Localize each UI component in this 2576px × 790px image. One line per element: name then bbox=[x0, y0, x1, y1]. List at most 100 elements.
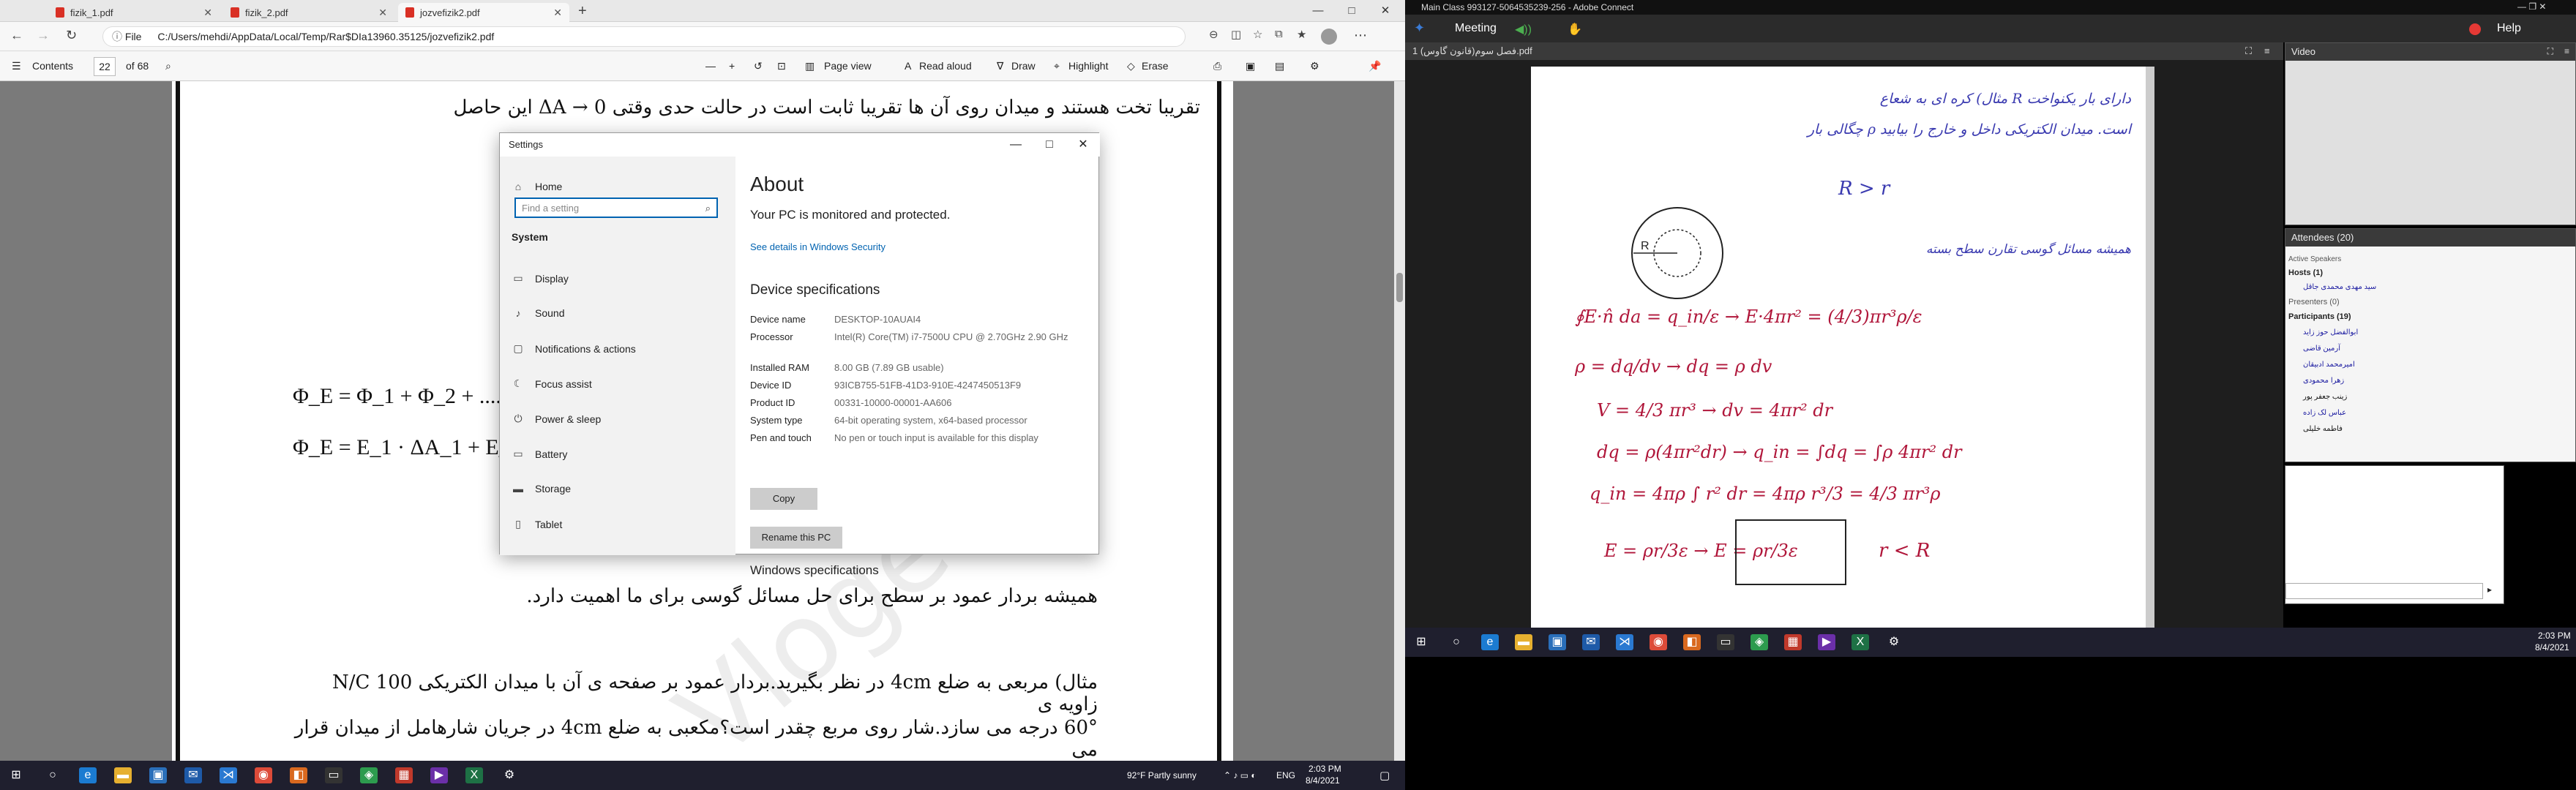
file-explorer-icon[interactable]: ▬ bbox=[1515, 634, 1532, 650]
settings-close-button[interactable]: ✕ bbox=[1066, 133, 1100, 157]
page-view-icon[interactable]: ▥ bbox=[805, 60, 815, 72]
attendee-item[interactable]: عباس لک زاده bbox=[2303, 409, 2346, 417]
window-controls[interactable]: — ❐ ✕ bbox=[2517, 1, 2546, 12]
favorites-bar-icon[interactable]: ★ bbox=[1297, 28, 1306, 41]
more-icon[interactable]: ⋯ bbox=[1354, 28, 1367, 43]
erase-button[interactable]: Erase bbox=[1142, 60, 1169, 72]
avatar[interactable] bbox=[1321, 29, 1337, 45]
search-icon[interactable]: ⌕ bbox=[165, 60, 171, 72]
raise-hand-icon[interactable]: ✋ bbox=[1568, 22, 1582, 37]
send-icon[interactable]: ▸ bbox=[2487, 584, 2492, 595]
vscode-icon[interactable]: ⋊ bbox=[1616, 634, 1633, 650]
app-icon[interactable]: ◈ bbox=[1751, 634, 1768, 650]
tab-fizik-2[interactable]: fizik_2.pdf ✕ bbox=[223, 3, 394, 22]
copy-button[interactable]: Copy bbox=[750, 488, 817, 510]
tab-fizik-1[interactable]: fizik_1.pdf ✕ bbox=[48, 3, 220, 22]
pin-icon[interactable]: 📌 bbox=[1368, 60, 1381, 72]
print-icon[interactable]: ⎙ bbox=[1213, 60, 1221, 72]
minimize-button[interactable]: — bbox=[1301, 0, 1335, 22]
info-icon[interactable]: ⓘ bbox=[112, 31, 125, 42]
save-icon[interactable]: ▣ bbox=[1246, 60, 1255, 72]
rename-pc-button[interactable]: Rename this PC bbox=[750, 527, 842, 549]
search-icon[interactable]: ○ bbox=[44, 767, 61, 783]
maximize-button[interactable]: □ bbox=[1335, 0, 1368, 22]
attendee-item[interactable]: آرمین قاضی bbox=[2303, 345, 2340, 353]
attendee-item[interactable]: امیرمحمد ادبیقان bbox=[2303, 361, 2355, 369]
back-icon[interactable]: ← bbox=[10, 28, 23, 43]
terminal-icon[interactable]: ▭ bbox=[325, 767, 342, 783]
scrollbar[interactable] bbox=[1394, 81, 1405, 761]
sidebar-item-battery[interactable]: ▭ Battery bbox=[512, 448, 567, 460]
search-icon[interactable]: ○ bbox=[1448, 634, 1465, 650]
clock-time[interactable]: 2:03 PM bbox=[1308, 764, 1341, 774]
close-icon[interactable]: ✕ bbox=[553, 7, 562, 19]
read-aloud-icon[interactable]: A bbox=[905, 60, 911, 72]
refresh-icon[interactable]: ↻ bbox=[66, 28, 77, 43]
read-aloud-button[interactable]: Read aloud bbox=[919, 60, 972, 72]
tab-jozvefizik2[interactable]: jozvefizik2.pdf ✕ bbox=[398, 3, 569, 22]
app-icon[interactable]: ◧ bbox=[1683, 634, 1701, 650]
fullscreen-icon[interactable]: ⛶ bbox=[2547, 46, 2553, 57]
sidebar-item-tablet[interactable]: ▯ Tablet bbox=[512, 518, 562, 530]
clock-time[interactable]: 2:03 PM bbox=[2538, 631, 2571, 641]
app-icon[interactable]: ◈ bbox=[360, 767, 378, 783]
edge-icon[interactable]: e bbox=[79, 767, 97, 783]
highlight-button[interactable]: Highlight bbox=[1068, 60, 1108, 72]
collections-icon[interactable]: ⧉ bbox=[1275, 28, 1283, 40]
excel-icon[interactable]: X bbox=[1852, 634, 1869, 650]
tray-icons[interactable]: ⌃ ♪ ▭ ◐ bbox=[1224, 770, 1257, 780]
hosts-group[interactable]: Hosts (1) bbox=[2288, 268, 2323, 277]
pod-menu-icon[interactable]: ≡ bbox=[2564, 46, 2569, 56]
sidebar-item-focus-assist[interactable]: ☾ Focus assist bbox=[512, 377, 592, 390]
start-icon[interactable]: ⊞ bbox=[1412, 634, 1430, 650]
terminal-icon[interactable]: ▭ bbox=[1717, 634, 1734, 650]
reader-icon[interactable]: ◫ bbox=[1231, 28, 1241, 41]
zoom-in-icon[interactable]: + bbox=[729, 60, 735, 72]
app-icon[interactable]: ▦ bbox=[395, 767, 413, 783]
share-scrollbar[interactable] bbox=[2146, 67, 2154, 628]
security-link[interactable]: See details in Windows Security bbox=[750, 241, 886, 252]
app-icon[interactable]: ▦ bbox=[1784, 634, 1802, 650]
page-view-button[interactable]: Page view bbox=[824, 60, 872, 72]
draw-icon[interactable]: ∇ bbox=[997, 60, 1003, 72]
highlight-icon[interactable]: ⌖ bbox=[1054, 60, 1060, 72]
page-number-input[interactable]: 22 bbox=[94, 57, 116, 76]
attendee-item[interactable]: ابوالفضل حوز زاید bbox=[2303, 328, 2358, 336]
settings-minimize-button[interactable]: — bbox=[999, 133, 1033, 157]
close-icon[interactable]: ✕ bbox=[203, 7, 212, 19]
zoom-out-icon[interactable]: — bbox=[705, 60, 716, 72]
clock-date[interactable]: 8/4/2021 bbox=[1306, 775, 1340, 786]
sidebar-item-power[interactable]: ⏻ Power & sleep bbox=[512, 413, 601, 425]
file-explorer-icon[interactable]: ▬ bbox=[114, 767, 132, 783]
mail-icon[interactable]: ✉ bbox=[184, 767, 202, 783]
language-indicator[interactable]: ENG bbox=[1276, 770, 1295, 780]
attendee-item[interactable]: زینب جعفر پور bbox=[2303, 393, 2347, 401]
sidebar-item-sound[interactable]: ♪ Sound bbox=[512, 307, 565, 319]
fit-icon[interactable]: ⊡ bbox=[777, 60, 786, 72]
settings-search-input[interactable]: Find a setting ⌕ bbox=[514, 198, 718, 218]
store-icon[interactable]: ▣ bbox=[1549, 634, 1566, 650]
settings-maximize-button[interactable]: □ bbox=[1033, 133, 1066, 157]
microphone-icon[interactable]: ◀)) bbox=[1515, 22, 1532, 37]
excel-icon[interactable]: X bbox=[465, 767, 483, 783]
rotate-icon[interactable]: ↺ bbox=[754, 60, 763, 72]
weather-label[interactable]: 92°F Partly sunny bbox=[1127, 770, 1197, 780]
sidebar-item-notifications[interactable]: ▢ Notifications & actions bbox=[512, 342, 635, 355]
store-icon[interactable]: ▣ bbox=[149, 767, 167, 783]
close-icon[interactable]: ✕ bbox=[378, 7, 387, 19]
vscode-icon[interactable]: ⋊ bbox=[220, 767, 237, 783]
settings-taskbar-icon[interactable]: ⚙ bbox=[501, 767, 518, 783]
settings-taskbar-icon[interactable]: ⚙ bbox=[1885, 634, 1903, 650]
settings-icon[interactable]: ⚙ bbox=[1310, 60, 1319, 72]
app-icon[interactable]: ▶ bbox=[1818, 634, 1835, 650]
sidebar-item-display[interactable]: ▭ Display bbox=[512, 272, 569, 285]
clock-date[interactable]: 8/4/2021 bbox=[2535, 642, 2569, 652]
help-menu[interactable]: Help bbox=[2497, 22, 2521, 35]
contents-button[interactable]: Contents bbox=[32, 60, 73, 72]
host-attendee[interactable]: سید مهدی محمدی جاقل bbox=[2303, 283, 2376, 291]
chat-input[interactable] bbox=[2285, 583, 2483, 599]
app-icon[interactable]: ◧ bbox=[290, 767, 307, 783]
pod-menu-icon[interactable]: ≡ bbox=[2264, 45, 2270, 56]
start-icon[interactable]: ⊞ bbox=[7, 767, 25, 783]
scrollbar-thumb[interactable] bbox=[1396, 273, 1403, 302]
